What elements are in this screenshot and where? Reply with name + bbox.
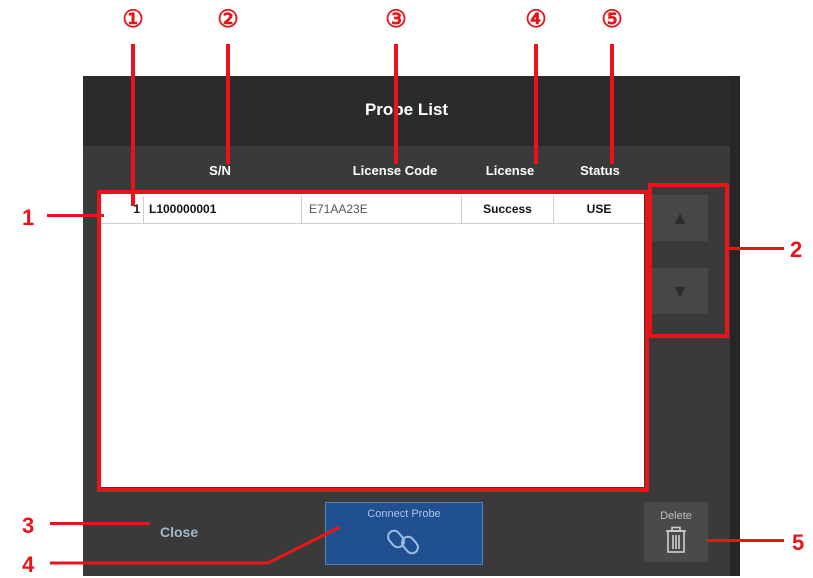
annotation-pointer-4	[50, 525, 341, 565]
annotation-number-5: 5	[792, 530, 805, 555]
annotation-line	[706, 539, 784, 542]
